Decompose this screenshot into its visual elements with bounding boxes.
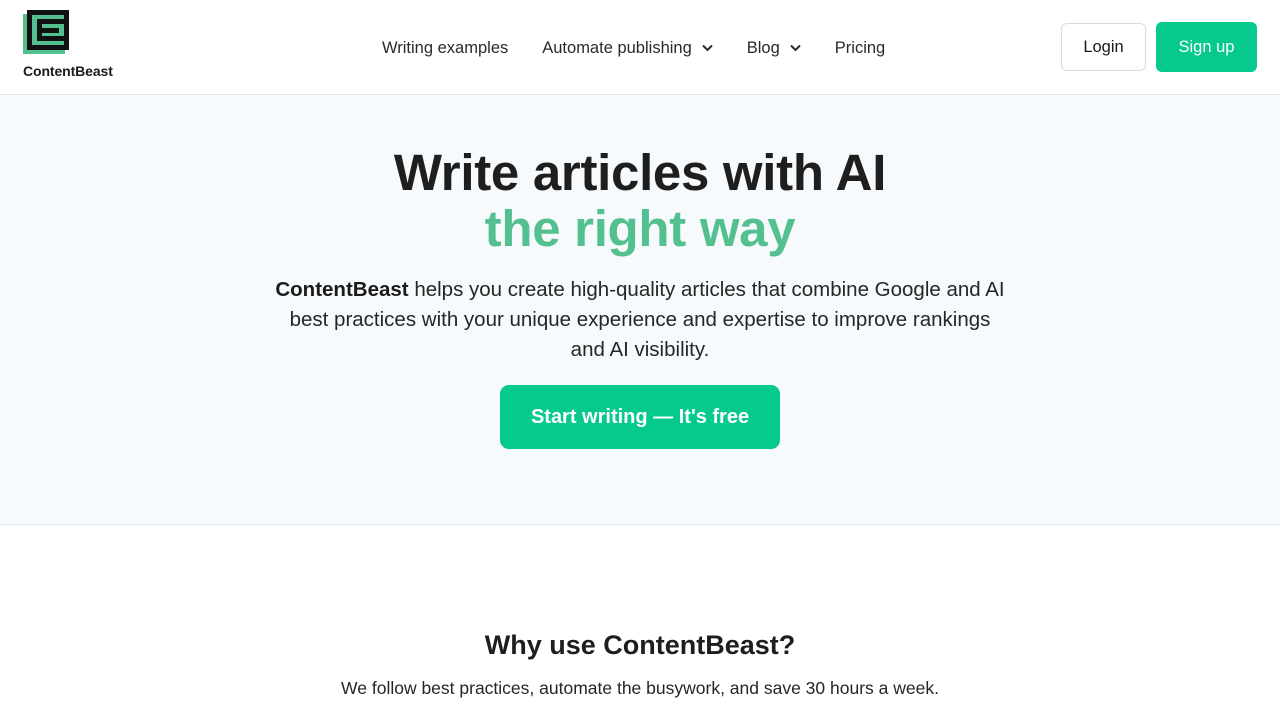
hero-title-accent: the right way [484,200,796,257]
hero-section: Write articles with AI the right way Con… [0,95,1280,525]
nav-label: Pricing [834,38,886,57]
hero-description: ContentBeast helps you create high-quali… [270,275,1010,365]
nav-writing-examples[interactable]: Writing examples [382,39,508,58]
nav-pricing[interactable]: Pricing [835,39,885,58]
login-button[interactable]: Login [1061,23,1146,71]
nav-label: Automate publishing [542,38,692,57]
contentbeast-logo-icon [23,10,69,54]
why-title: Why use ContentBeast? [484,630,796,660]
main-nav: Writing examples Automate publishing Blo… [382,36,885,60]
hero-title: Write articles with AI [393,144,887,201]
nav-blog[interactable]: Blog [747,39,801,58]
start-writing-button[interactable]: Start writing — It's free [500,385,780,449]
chevron-down-icon [790,44,801,52]
brand-name: ContentBeast [23,63,113,79]
why-subtitle: We follow best practices, automate the b… [341,678,939,698]
nav-automate-publishing[interactable]: Automate publishing [542,39,713,58]
chevron-down-icon [702,44,713,52]
hero-description-brand: ContentBeast [275,278,409,301]
logo[interactable]: ContentBeast [23,10,133,82]
nav-label: Writing examples [382,38,509,57]
nav-label: Blog [746,38,780,57]
signup-button[interactable]: Sign up [1156,22,1257,72]
site-header: ContentBeast Writing examples Automate p… [0,0,1280,95]
